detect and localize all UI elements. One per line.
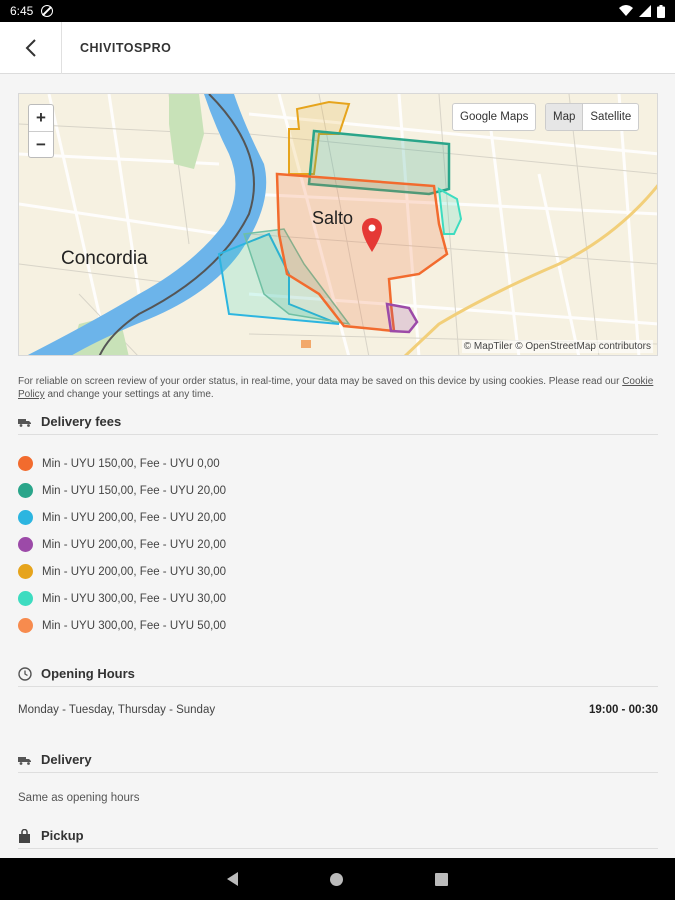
data-saver-icon	[41, 5, 54, 17]
pickup-title: Pickup	[41, 828, 84, 843]
opening-hours-title: Opening Hours	[41, 666, 135, 681]
zone-color-dot	[18, 537, 33, 552]
status-icons	[619, 4, 665, 18]
delivery-fee-item: Min - UYU 150,00, Fee - UYU 20,00	[18, 477, 226, 504]
map-type-satellite-button[interactable]: Satellite	[583, 104, 638, 130]
zone-color-dot	[18, 510, 33, 525]
zone-color-dot	[18, 564, 33, 579]
delivery-zones-map[interactable]: Salto Concordia + − Google Maps Map Sate…	[18, 93, 658, 356]
cookie-notice: For reliable on screen review of your or…	[18, 375, 658, 401]
river	[27, 94, 267, 355]
nav-recents-button[interactable]	[435, 872, 448, 886]
truck-icon	[18, 417, 34, 427]
nav-back-button[interactable]	[227, 872, 238, 886]
park-area	[169, 94, 204, 169]
delivery-fees-header: Delivery fees	[18, 409, 658, 435]
opening-hours-row: Monday - Tuesday, Thursday - Sunday 19:0…	[18, 704, 658, 716]
opening-hours-time: 19:00 - 00:30	[588, 704, 658, 716]
map-marker-small	[301, 340, 311, 348]
truck-icon	[18, 755, 34, 765]
map-type-map-button[interactable]: Map	[546, 104, 584, 130]
delivery-fee-label: Min - UYU 200,00, Fee - UYU 20,00	[42, 538, 227, 551]
opening-hours-header: Opening Hours	[18, 661, 658, 687]
delivery-fee-item: Min - UYU 150,00, Fee - UYU 0,00	[18, 450, 226, 477]
delivery-fee-label: Min - UYU 200,00, Fee - UYU 20,00	[42, 511, 227, 524]
delivery-fee-label: Min - UYU 200,00, Fee - UYU 30,00	[42, 565, 227, 578]
zone-color-dot	[18, 618, 33, 633]
page-title: CHIVITOSPRO	[80, 40, 172, 55]
status-bar: 6:45	[0, 0, 675, 22]
battery-icon	[657, 4, 665, 18]
back-arrow-icon	[25, 38, 36, 57]
cookie-notice-text: For reliable on screen review of your or…	[18, 376, 620, 387]
back-button[interactable]	[0, 21, 62, 74]
pickup-header: Pickup	[18, 823, 658, 849]
opening-hours-days: Monday - Tuesday, Thursday - Sunday	[18, 704, 216, 716]
zone-color-dot	[18, 456, 33, 471]
delivery-fee-item: Min - UYU 300,00, Fee - UYU 30,00	[18, 585, 226, 612]
nav-home-button[interactable]	[330, 872, 343, 886]
zone-color-dot	[18, 483, 33, 498]
zone-purple	[385, 302, 419, 334]
map-label-salto: Salto	[312, 208, 353, 228]
zoom-controls: + −	[28, 104, 54, 158]
map-label-concordia: Concordia	[61, 248, 148, 269]
delivery-fee-label: Min - UYU 300,00, Fee - UYU 50,00	[42, 619, 227, 632]
map-attribution: © MapTiler © OpenStreetMap contributors	[461, 340, 653, 353]
delivery-fees-list: Min - UYU 150,00, Fee - UYU 0,00 Min - UY…	[18, 450, 226, 639]
map-canvas[interactable]: Salto Concordia	[19, 94, 658, 356]
clock-icon	[18, 666, 34, 681]
delivery-fee-label: Min - UYU 150,00, Fee - UYU 20,00	[42, 484, 227, 497]
zone-teal	[437, 187, 463, 235]
zoom-in-button[interactable]: +	[29, 105, 53, 131]
map-type-toggle: Map Satellite	[545, 103, 640, 131]
shopping-bag-icon	[18, 828, 34, 843]
cookie-notice-suffix: and change your settings at any time.	[44, 389, 214, 400]
zoom-out-button[interactable]: −	[29, 131, 53, 157]
delivery-fee-label: Min - UYU 300,00, Fee - UYU 30,00	[42, 592, 227, 605]
app-bar: CHIVITOSPRO	[0, 21, 675, 74]
delivery-fee-label: Min - UYU 150,00, Fee - UYU 0,00	[42, 457, 220, 470]
delivery-fee-item: Min - UYU 300,00, Fee - UYU 50,00	[18, 612, 226, 639]
signal-icon	[639, 5, 651, 17]
delivery-hours-text: Same as opening hours	[18, 792, 140, 804]
delivery-fee-item: Min - UYU 200,00, Fee - UYU 20,00	[18, 531, 226, 558]
wifi-icon	[619, 5, 633, 16]
zone-color-dot	[18, 591, 33, 606]
delivery-fees-title: Delivery fees	[41, 414, 122, 429]
delivery-title: Delivery	[41, 752, 92, 767]
delivery-fee-item: Min - UYU 200,00, Fee - UYU 20,00	[18, 504, 226, 531]
google-maps-button[interactable]: Google Maps	[452, 103, 537, 131]
delivery-fee-item: Min - UYU 200,00, Fee - UYU 30,00	[18, 558, 226, 585]
system-nav-bar	[0, 858, 675, 900]
status-time: 6:45	[10, 4, 34, 18]
delivery-header: Delivery	[18, 747, 658, 773]
